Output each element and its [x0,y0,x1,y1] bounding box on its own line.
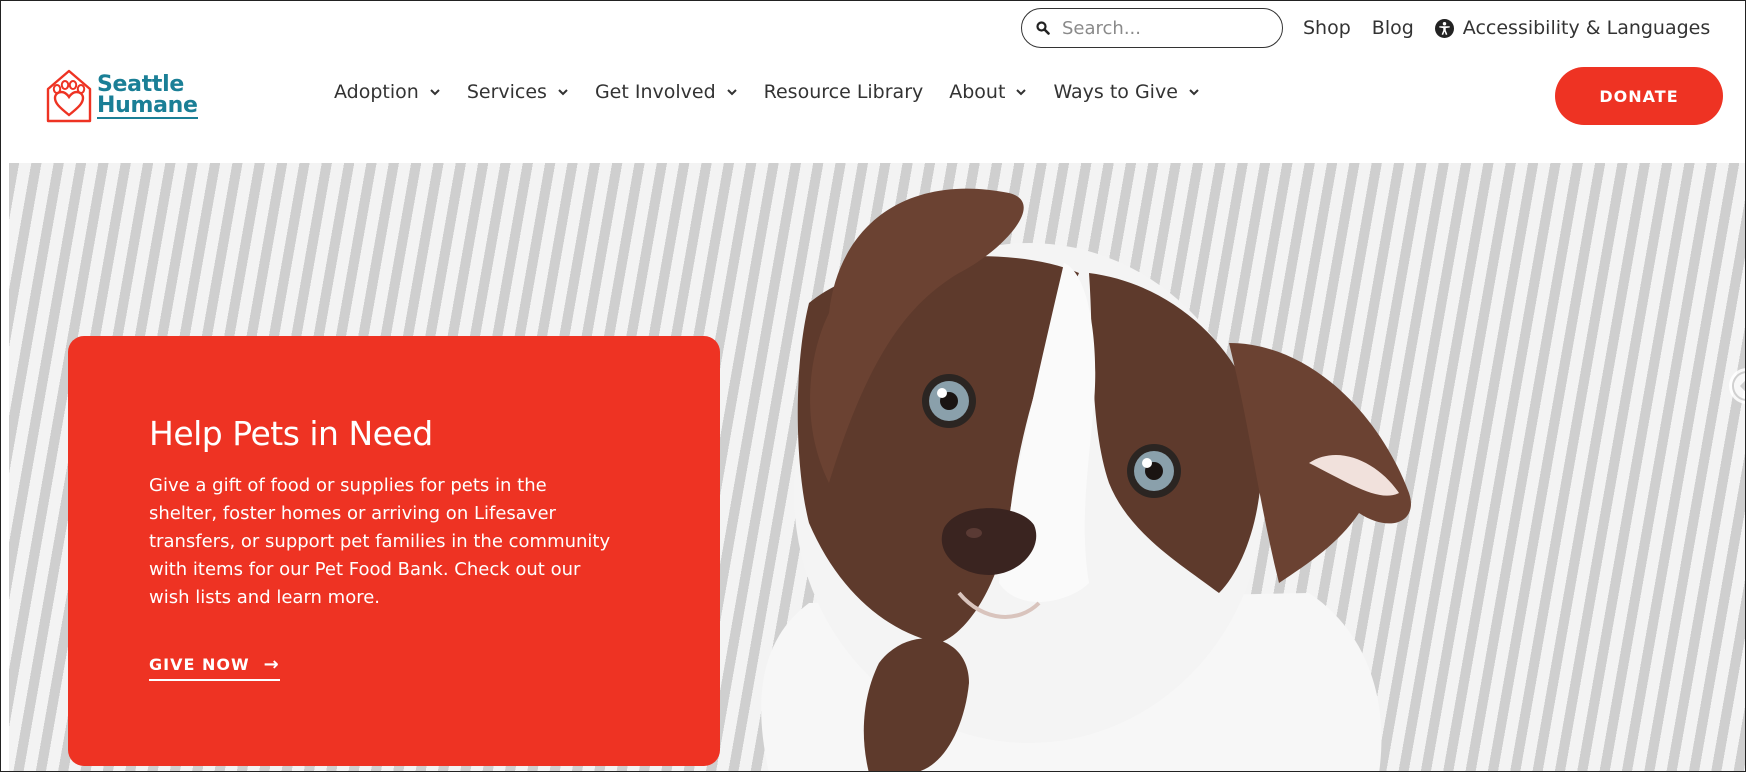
hero-carousel: Help Pets in Need Give a gift of food or… [9,163,1745,771]
search-icon [1036,21,1050,35]
give-now-link[interactable]: GIVE NOW → [149,654,280,681]
donate-button[interactable]: DONATE [1555,67,1723,125]
nav-item-about[interactable]: About [949,81,1027,103]
nav-item-resource-library[interactable]: Resource Library [764,81,924,103]
nav-label: Resource Library [763,81,924,103]
shop-link[interactable]: Shop [1303,17,1351,39]
blog-link[interactable]: Blog [1372,17,1414,39]
nav-item-ways-to-give[interactable]: Ways to Give [1053,81,1199,103]
arrow-left-icon [1732,371,1745,401]
logo-line-1: Seattle [97,71,185,97]
utility-bar: Shop Blog Accessibility & Languages [1021,7,1710,49]
logo-line-2: Humane [97,92,198,119]
nav-label: Ways to Give [1053,81,1178,103]
chevron-down-icon [1189,89,1199,96]
page: Shop Blog Accessibility & Languages Seat… [0,0,1746,772]
hero-description: Give a gift of food or supplies for pets… [149,475,611,608]
chevron-down-icon [726,89,737,96]
nav-item-services[interactable]: Services [467,81,569,103]
nav-item-adoption[interactable]: Adoption [334,81,441,103]
hero-card: Help Pets in Need Give a gift of food or… [68,336,720,766]
accessibility-languages-link[interactable]: Accessibility & Languages [1434,17,1711,39]
nav-label: About [949,81,1006,103]
carousel-prev-button[interactable] [1729,368,1745,404]
chevron-down-icon [558,89,568,96]
give-now-label: GIVE NOW [149,655,250,674]
nav-label: Get Involved [594,81,716,103]
nav-item-get-involved[interactable]: Get Involved [595,81,738,103]
nav-label: Adoption [334,81,419,103]
logo[interactable]: Seattle Humane [45,67,198,125]
chevron-down-icon [1016,89,1027,96]
nav-label: Services [466,81,547,103]
hero-title: Help Pets in Need [149,414,433,453]
arrow-right-icon: → [263,654,280,675]
search-box[interactable] [1021,8,1283,48]
accessibility-label: Accessibility & Languages [1462,17,1711,39]
main-nav: Adoption Services Get Involved Resource … [334,81,1226,103]
house-heart-logo-icon [46,69,92,123]
logo-wordmark: Seattle Humane [97,71,198,119]
chevron-down-icon [430,89,440,96]
search-input[interactable] [1060,16,1264,40]
accessibility-icon [1434,18,1454,38]
